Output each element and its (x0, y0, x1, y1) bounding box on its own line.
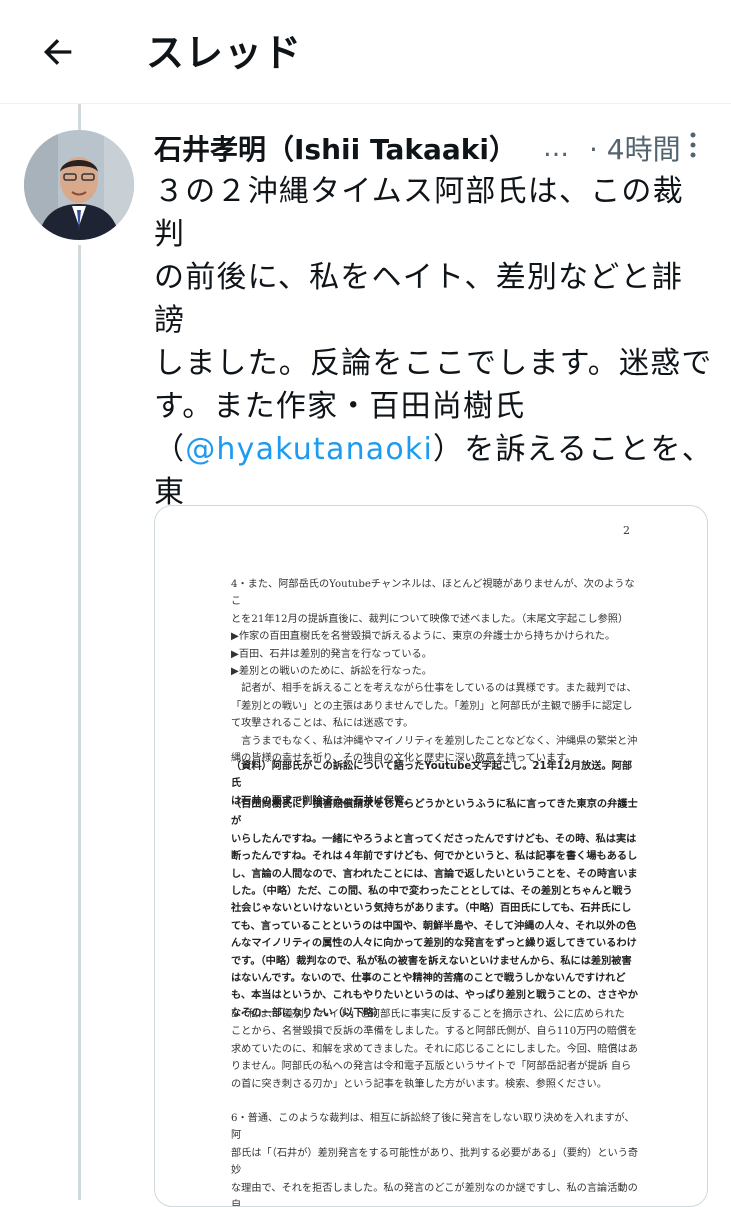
paragraph-5: 5・私は、「差別」「ヘイト」と阿部氏に事実に反することを摘示され、公に広められた… (231, 1009, 638, 1090)
mention-link[interactable]: @hyakutanaoki (185, 432, 433, 467)
document-page: 2 4・また、阿部岳氏のYoutubeチャンネルは、ほとんど視聴がありませんが、… (231, 506, 641, 1206)
tweet-text-part1: ３の２沖縄タイムス阿部氏は、この裁判 の前後に、私をヘイト、差別などと誹謗 しま… (154, 174, 713, 467)
avatar-photo (24, 130, 134, 240)
thread-connector (78, 245, 81, 1200)
author-name[interactable]: 石井孝明（Ishii Takaaki） (154, 128, 517, 168)
avatar[interactable] (24, 130, 134, 240)
back-button[interactable] (34, 28, 82, 76)
citation-body: （百田尚樹氏に）損害賠償請求をしたらどうかというふうに私に言ってきた東京の弁護士… (231, 799, 638, 1019)
thread-connector-top (78, 104, 81, 130)
top-bar: スレッド (0, 0, 731, 100)
tweet-image[interactable]: 2 4・また、阿部岳氏のYoutubeチャンネルは、ほとんど視聴がありませんが、… (154, 505, 708, 1207)
tweet-header: 石井孝明（Ishii Takaaki） … · 4時間 (154, 128, 714, 168)
handle-truncated: … (542, 133, 569, 163)
more-vertical-icon (690, 132, 696, 158)
tweet-time[interactable]: · 4時間 (589, 128, 681, 168)
more-options-button[interactable] (676, 130, 710, 160)
page-number: 2 (623, 524, 630, 537)
paragraph-6: 6・普通、このような裁判は、相互に訴訟終了後に発言をしない取り決めを入れますが、… (231, 1113, 639, 1207)
arrow-left-icon (43, 39, 72, 65)
page-title: スレッド (146, 31, 303, 75)
header-divider (0, 103, 731, 104)
paragraph-4: 4・また、阿部岳氏のYoutubeチャンネルは、ほとんど視聴がありませんが、次の… (231, 579, 638, 765)
